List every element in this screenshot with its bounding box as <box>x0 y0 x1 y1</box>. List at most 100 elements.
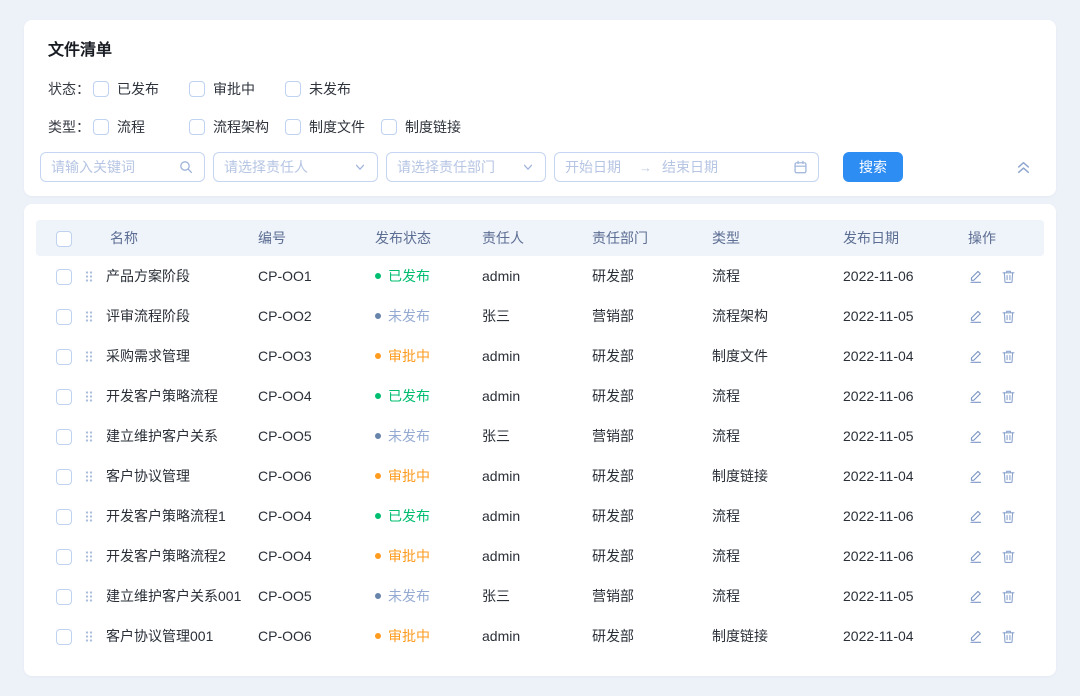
publish-date: 2022-11-06 <box>843 256 968 296</box>
row-checkbox[interactable] <box>56 589 72 605</box>
drag-handle-icon[interactable] <box>84 550 94 563</box>
status-dot <box>375 273 381 279</box>
checkbox-option-流程架构[interactable]: 流程架构 <box>189 117 285 137</box>
row-checkbox[interactable] <box>56 629 72 645</box>
select-all-checkbox[interactable] <box>56 231 72 247</box>
collapse-filters-icon[interactable] <box>1015 159 1032 176</box>
checkbox-label: 未发布 <box>309 79 351 99</box>
status-dot <box>375 393 381 399</box>
owner-select[interactable]: 请选择责任人 <box>213 152 378 182</box>
checkbox-option-制度文件[interactable]: 制度文件 <box>285 117 381 137</box>
checkbox-option-审批中[interactable]: 审批中 <box>189 79 285 99</box>
publish-date: 2022-11-04 <box>843 456 968 496</box>
drag-handle-icon[interactable] <box>84 350 94 363</box>
edit-icon[interactable] <box>968 269 983 284</box>
edit-icon[interactable] <box>968 589 983 604</box>
filter-checkbox-rows: 状态：已发布审批中未发布类型：流程流程架构制度文件制度链接 <box>48 78 1032 138</box>
table-row: 客户协议管理001CP-OO6审批中admin研发部制度链接2022-11-04 <box>36 616 1044 656</box>
dept-select[interactable]: 请选择责任部门 <box>386 152 546 182</box>
row-checkbox[interactable] <box>56 469 72 485</box>
filter-label: 状态： <box>48 79 93 99</box>
checkbox-option-未发布[interactable]: 未发布 <box>285 79 381 99</box>
delete-icon[interactable] <box>1001 549 1016 564</box>
delete-icon[interactable] <box>1001 349 1016 364</box>
drag-handle-icon[interactable] <box>84 470 94 483</box>
delete-icon[interactable] <box>1001 509 1016 524</box>
publish-date: 2022-11-04 <box>843 336 968 376</box>
edit-icon[interactable] <box>968 309 983 324</box>
checkbox-icon <box>93 119 109 135</box>
edit-icon[interactable] <box>968 549 983 564</box>
owner: 张三 <box>482 296 592 336</box>
file-type: 流程 <box>712 576 843 616</box>
file-type: 制度链接 <box>712 616 843 656</box>
status-text: 未发布 <box>388 586 430 606</box>
edit-icon[interactable] <box>968 629 983 644</box>
edit-icon[interactable] <box>968 349 983 364</box>
delete-icon[interactable] <box>1001 589 1016 604</box>
row-checkbox[interactable] <box>56 549 72 565</box>
publish-date: 2022-11-06 <box>843 536 968 576</box>
file-name: 客户协议管理 <box>106 466 190 486</box>
column-header-3: 发布状态 <box>375 220 482 256</box>
drag-handle-icon[interactable] <box>84 310 94 323</box>
keyword-input[interactable]: 请输入关键词 <box>40 152 205 182</box>
publish-date: 2022-11-05 <box>843 576 968 616</box>
file-code: CP-OO2 <box>258 296 375 336</box>
drag-handle-icon[interactable] <box>84 630 94 643</box>
search-button[interactable]: 搜索 <box>843 152 903 182</box>
column-header-7: 发布日期 <box>843 220 968 256</box>
drag-handle-icon[interactable] <box>84 510 94 523</box>
checkbox-icon <box>285 81 301 97</box>
file-name: 建立维护客户关系 <box>106 426 218 446</box>
row-checkbox[interactable] <box>56 389 72 405</box>
owner: admin <box>482 456 592 496</box>
column-header-6: 类型 <box>712 220 843 256</box>
edit-icon[interactable] <box>968 469 983 484</box>
file-table: 名称编号发布状态责任人责任部门类型发布日期操作 产品方案阶段CP-OO1已发布a… <box>36 220 1044 656</box>
status-dot <box>375 553 381 559</box>
status-dot <box>375 593 381 599</box>
delete-icon[interactable] <box>1001 269 1016 284</box>
drag-handle-icon[interactable] <box>84 390 94 403</box>
delete-icon[interactable] <box>1001 389 1016 404</box>
status-text: 审批中 <box>388 546 430 566</box>
edit-icon[interactable] <box>968 509 983 524</box>
checkbox-icon <box>93 81 109 97</box>
delete-icon[interactable] <box>1001 429 1016 444</box>
drag-handle-icon[interactable] <box>84 590 94 603</box>
status-text: 未发布 <box>388 426 430 446</box>
drag-handle-icon[interactable] <box>84 270 94 283</box>
table-row: 产品方案阶段CP-OO1已发布admin研发部流程2022-11-06 <box>36 256 1044 296</box>
checkbox-option-流程[interactable]: 流程 <box>93 117 189 137</box>
department: 营销部 <box>592 416 712 456</box>
checkbox-option-制度链接[interactable]: 制度链接 <box>381 117 477 137</box>
row-checkbox[interactable] <box>56 349 72 365</box>
page-title: 文件清单 <box>48 40 1032 62</box>
file-name: 客户协议管理001 <box>106 626 213 646</box>
row-checkbox[interactable] <box>56 309 72 325</box>
row-checkbox[interactable] <box>56 509 72 525</box>
edit-icon[interactable] <box>968 429 983 444</box>
date-range-picker[interactable]: 开始日期 → 结束日期 <box>554 152 819 182</box>
file-code: CP-OO5 <box>258 576 375 616</box>
drag-handle-icon[interactable] <box>84 430 94 443</box>
table-row: 开发客户策略流程2CP-OO4审批中admin研发部流程2022-11-06 <box>36 536 1044 576</box>
delete-icon[interactable] <box>1001 309 1016 324</box>
column-header-1: 名称 <box>84 220 258 256</box>
table-panel: 名称编号发布状态责任人责任部门类型发布日期操作 产品方案阶段CP-OO1已发布a… <box>24 204 1056 676</box>
row-checkbox[interactable] <box>56 429 72 445</box>
edit-icon[interactable] <box>968 389 983 404</box>
delete-icon[interactable] <box>1001 469 1016 484</box>
owner: admin <box>482 616 592 656</box>
file-name: 采购需求管理 <box>106 346 190 366</box>
file-name: 开发客户策略流程 <box>106 386 218 406</box>
publish-date: 2022-11-05 <box>843 296 968 336</box>
status-dot <box>375 433 381 439</box>
status-dot <box>375 513 381 519</box>
table-row: 建立维护客户关系CP-OO5未发布张三营销部流程2022-11-05 <box>36 416 1044 456</box>
row-checkbox[interactable] <box>56 269 72 285</box>
delete-icon[interactable] <box>1001 629 1016 644</box>
checkbox-option-已发布[interactable]: 已发布 <box>93 79 189 99</box>
file-code: CP-OO4 <box>258 496 375 536</box>
